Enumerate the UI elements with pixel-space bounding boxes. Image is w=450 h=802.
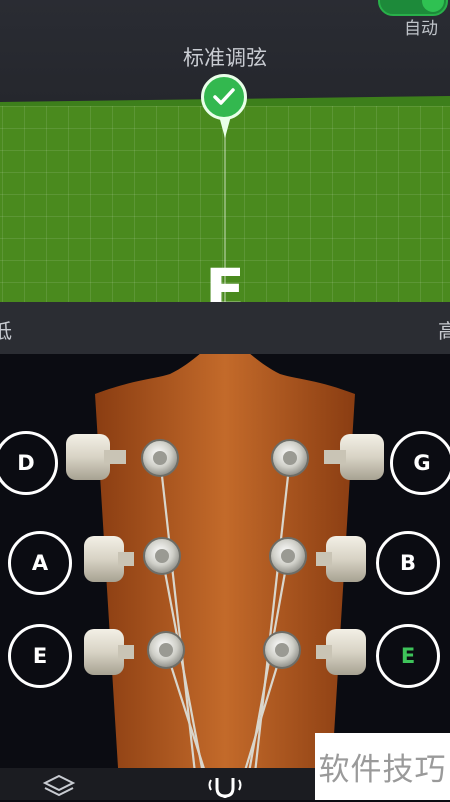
string-button-low-e[interactable]: E (8, 624, 72, 688)
layers-icon[interactable] (42, 772, 76, 802)
string-button-g[interactable]: G (390, 431, 450, 495)
string-button-a[interactable]: A (8, 531, 72, 595)
pitch-range-bar: 低 高 (0, 302, 450, 354)
tuning-fork-icon[interactable] (205, 772, 245, 802)
auto-label: 自动 (404, 19, 438, 39)
high-label: 高 (438, 319, 450, 343)
string-button-b[interactable]: B (376, 531, 440, 595)
low-label: 低 (0, 319, 12, 343)
check-icon (201, 74, 247, 120)
string-button-high-e[interactable]: E (376, 624, 440, 688)
watermark: 软件技巧 (315, 733, 450, 800)
toggle-knob (422, 0, 444, 12)
tuning-mode-title[interactable]: 标准调弦 (0, 42, 450, 72)
